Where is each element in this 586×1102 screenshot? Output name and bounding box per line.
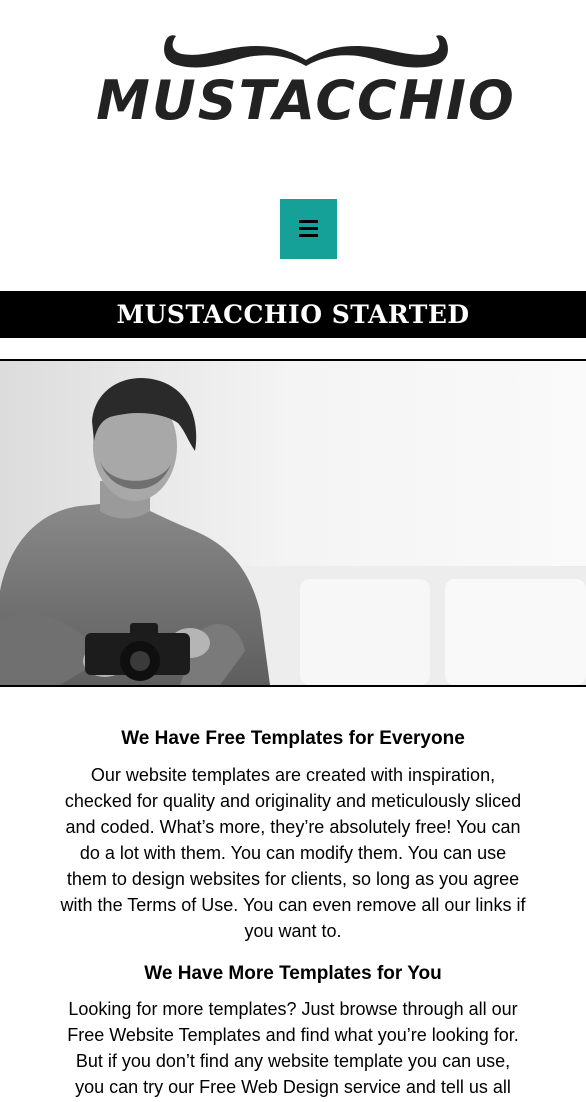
site-logo[interactable]: MUSTACCHIO — [86, 26, 526, 156]
hamburger-menu-icon — [299, 220, 318, 237]
banner-title: MUSTACCHIO STARTED — [116, 300, 470, 329]
man-with-camera-photo — [0, 361, 586, 685]
section-heading: We Have Free Templates for Everyone — [121, 727, 465, 749]
page: MUSTACCHIO MUSTACCHIO STARTED We Have Fr… — [0, 0, 586, 1102]
logo-wordmark: MUSTACCHIO — [96, 69, 516, 132]
section-body: Our website templates are created with i… — [60, 765, 526, 941]
section-body: Looking for more templates? Just browse … — [67, 999, 519, 1097]
page-banner: MUSTACCHIO STARTED — [0, 291, 586, 338]
hero-photo — [0, 359, 586, 687]
menu-toggle-button[interactable] — [280, 199, 337, 259]
section-heading: We Have More Templates for You — [144, 962, 442, 984]
